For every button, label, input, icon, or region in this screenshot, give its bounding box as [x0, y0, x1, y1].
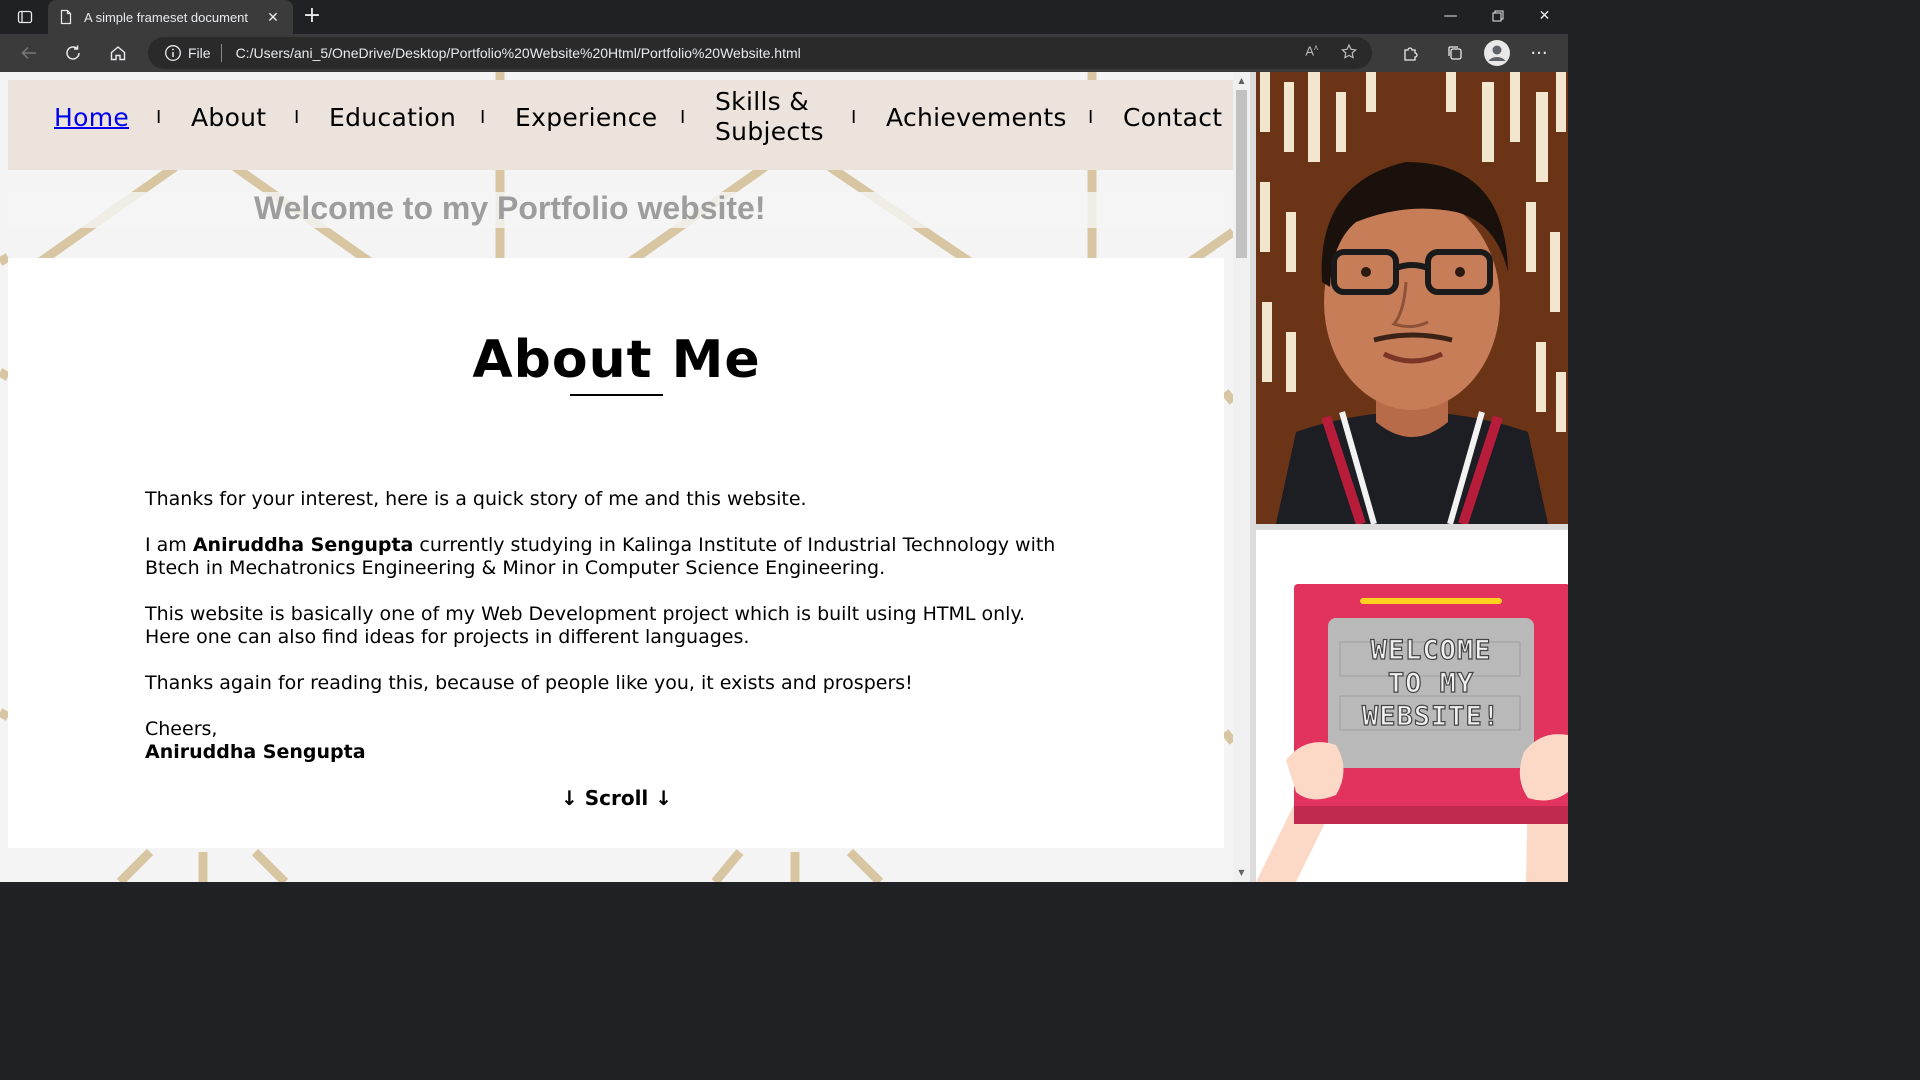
sign-line-3: WEBSITE!	[1361, 700, 1501, 732]
close-window-icon[interactable]: ✕	[1521, 0, 1568, 32]
tab-actions-icon[interactable]	[10, 6, 40, 28]
about-story: Thanks for your interest, here is a quic…	[145, 488, 1075, 764]
story-name: Aniruddha Sengupta	[192, 534, 414, 556]
menu-separator: I	[680, 106, 686, 128]
address-url[interactable]: C:/Users/ani_5/OneDrive/Desktop/Portfoli…	[236, 45, 801, 61]
menu-education[interactable]: Education	[329, 72, 456, 162]
sign-line-1: WELCOME	[1370, 634, 1492, 666]
restore-icon[interactable]	[1474, 0, 1521, 32]
more-options-icon[interactable]: ···	[1524, 39, 1554, 67]
menu-home[interactable]: Home	[54, 72, 129, 162]
info-icon[interactable]	[164, 44, 182, 62]
menu-separator: I	[294, 106, 300, 128]
main-frame: Home I About I Education I Experience I …	[0, 72, 1233, 882]
story-thanks: Thanks again for reading this, because o…	[145, 672, 913, 694]
profile-avatar[interactable]	[1484, 40, 1510, 66]
browser-tab-bar: A simple frameset document ✕ + — ✕	[0, 0, 1568, 34]
menu-skills-line1: Skills &	[715, 87, 810, 116]
menu-separator: I	[1088, 106, 1094, 128]
sign-text: WELCOME TO MY WEBSITE!	[1332, 634, 1530, 733]
scroll-cue[interactable]: ↓ Scroll ↓	[0, 786, 1233, 810]
new-tab-button[interactable]: +	[300, 4, 324, 28]
menu-skills-line2: Subjects	[715, 117, 824, 146]
signature: Aniruddha Sengupta	[145, 741, 366, 763]
sign-line-2: TO MY	[1387, 667, 1475, 699]
page-title: About Me	[472, 330, 761, 390]
window-controls: — ✕	[1427, 0, 1568, 32]
title-underline	[570, 394, 663, 396]
scroll-down-arrow-icon[interactable]: ▼	[1233, 866, 1250, 880]
story-signoff: Cheers, Aniruddha Sengupta	[145, 718, 1075, 764]
scrollbar-thumb[interactable]	[1236, 90, 1247, 258]
minimize-icon[interactable]: —	[1427, 0, 1474, 32]
browser-toolbar: File C:/Users/ani_5/OneDrive/Desktop/Por…	[0, 34, 1568, 72]
address-separator	[220, 44, 222, 62]
menu-skills-subjects[interactable]: Skills & Subjects	[715, 72, 824, 162]
browser-tab[interactable]: A simple frameset document ✕	[48, 0, 293, 34]
menu-about[interactable]: About	[191, 72, 266, 162]
address-right-icons: Aʌ	[1305, 43, 1358, 64]
extensions-icon[interactable]	[1396, 39, 1426, 67]
main-frame-scrollbar[interactable]: ▲ ▼	[1233, 72, 1250, 882]
story-intro: Thanks for your interest, here is a quic…	[145, 488, 807, 510]
profile-photo	[1256, 72, 1568, 524]
toolbar-right: ···	[1396, 39, 1554, 67]
close-tab-icon[interactable]: ✕	[263, 7, 283, 27]
collections-icon[interactable]	[1440, 39, 1470, 67]
menu-separator: I	[851, 106, 857, 128]
address-bar[interactable]: File C:/Users/ani_5/OneDrive/Desktop/Por…	[148, 37, 1372, 69]
welcome-marquee: Welcome to my Portfolio website!	[254, 190, 766, 226]
welcome-sign-frame: WELCOME TO MY WEBSITE!	[1256, 530, 1568, 882]
refresh-icon[interactable]	[58, 39, 88, 67]
scroll-up-arrow-icon[interactable]: ▲	[1233, 74, 1250, 88]
menu-experience[interactable]: Experience	[515, 72, 657, 162]
page-viewport: Home I About I Education I Experience I …	[0, 72, 1568, 882]
menu-separator: I	[480, 106, 486, 128]
document-icon	[58, 9, 74, 25]
add-favorite-icon[interactable]	[1340, 43, 1358, 64]
story-project: This website is basically one of my Web …	[145, 603, 1026, 648]
menu-contact[interactable]: Contact	[1123, 72, 1222, 162]
story-education: I am Aniruddha Sengupta currently studyi…	[145, 534, 1075, 580]
read-aloud-icon[interactable]: Aʌ	[1305, 43, 1318, 64]
story-prefix: I am	[145, 534, 193, 556]
tab-title: A simple frameset document	[84, 9, 249, 25]
profile-photo-frame	[1256, 72, 1568, 524]
menu-separator: I	[156, 106, 162, 128]
signoff-text: Cheers,	[145, 718, 218, 740]
home-icon[interactable]	[103, 39, 133, 67]
address-scheme: File	[188, 45, 211, 61]
back-arrow-icon[interactable]	[14, 39, 44, 67]
menu-achievements[interactable]: Achievements	[886, 72, 1067, 162]
